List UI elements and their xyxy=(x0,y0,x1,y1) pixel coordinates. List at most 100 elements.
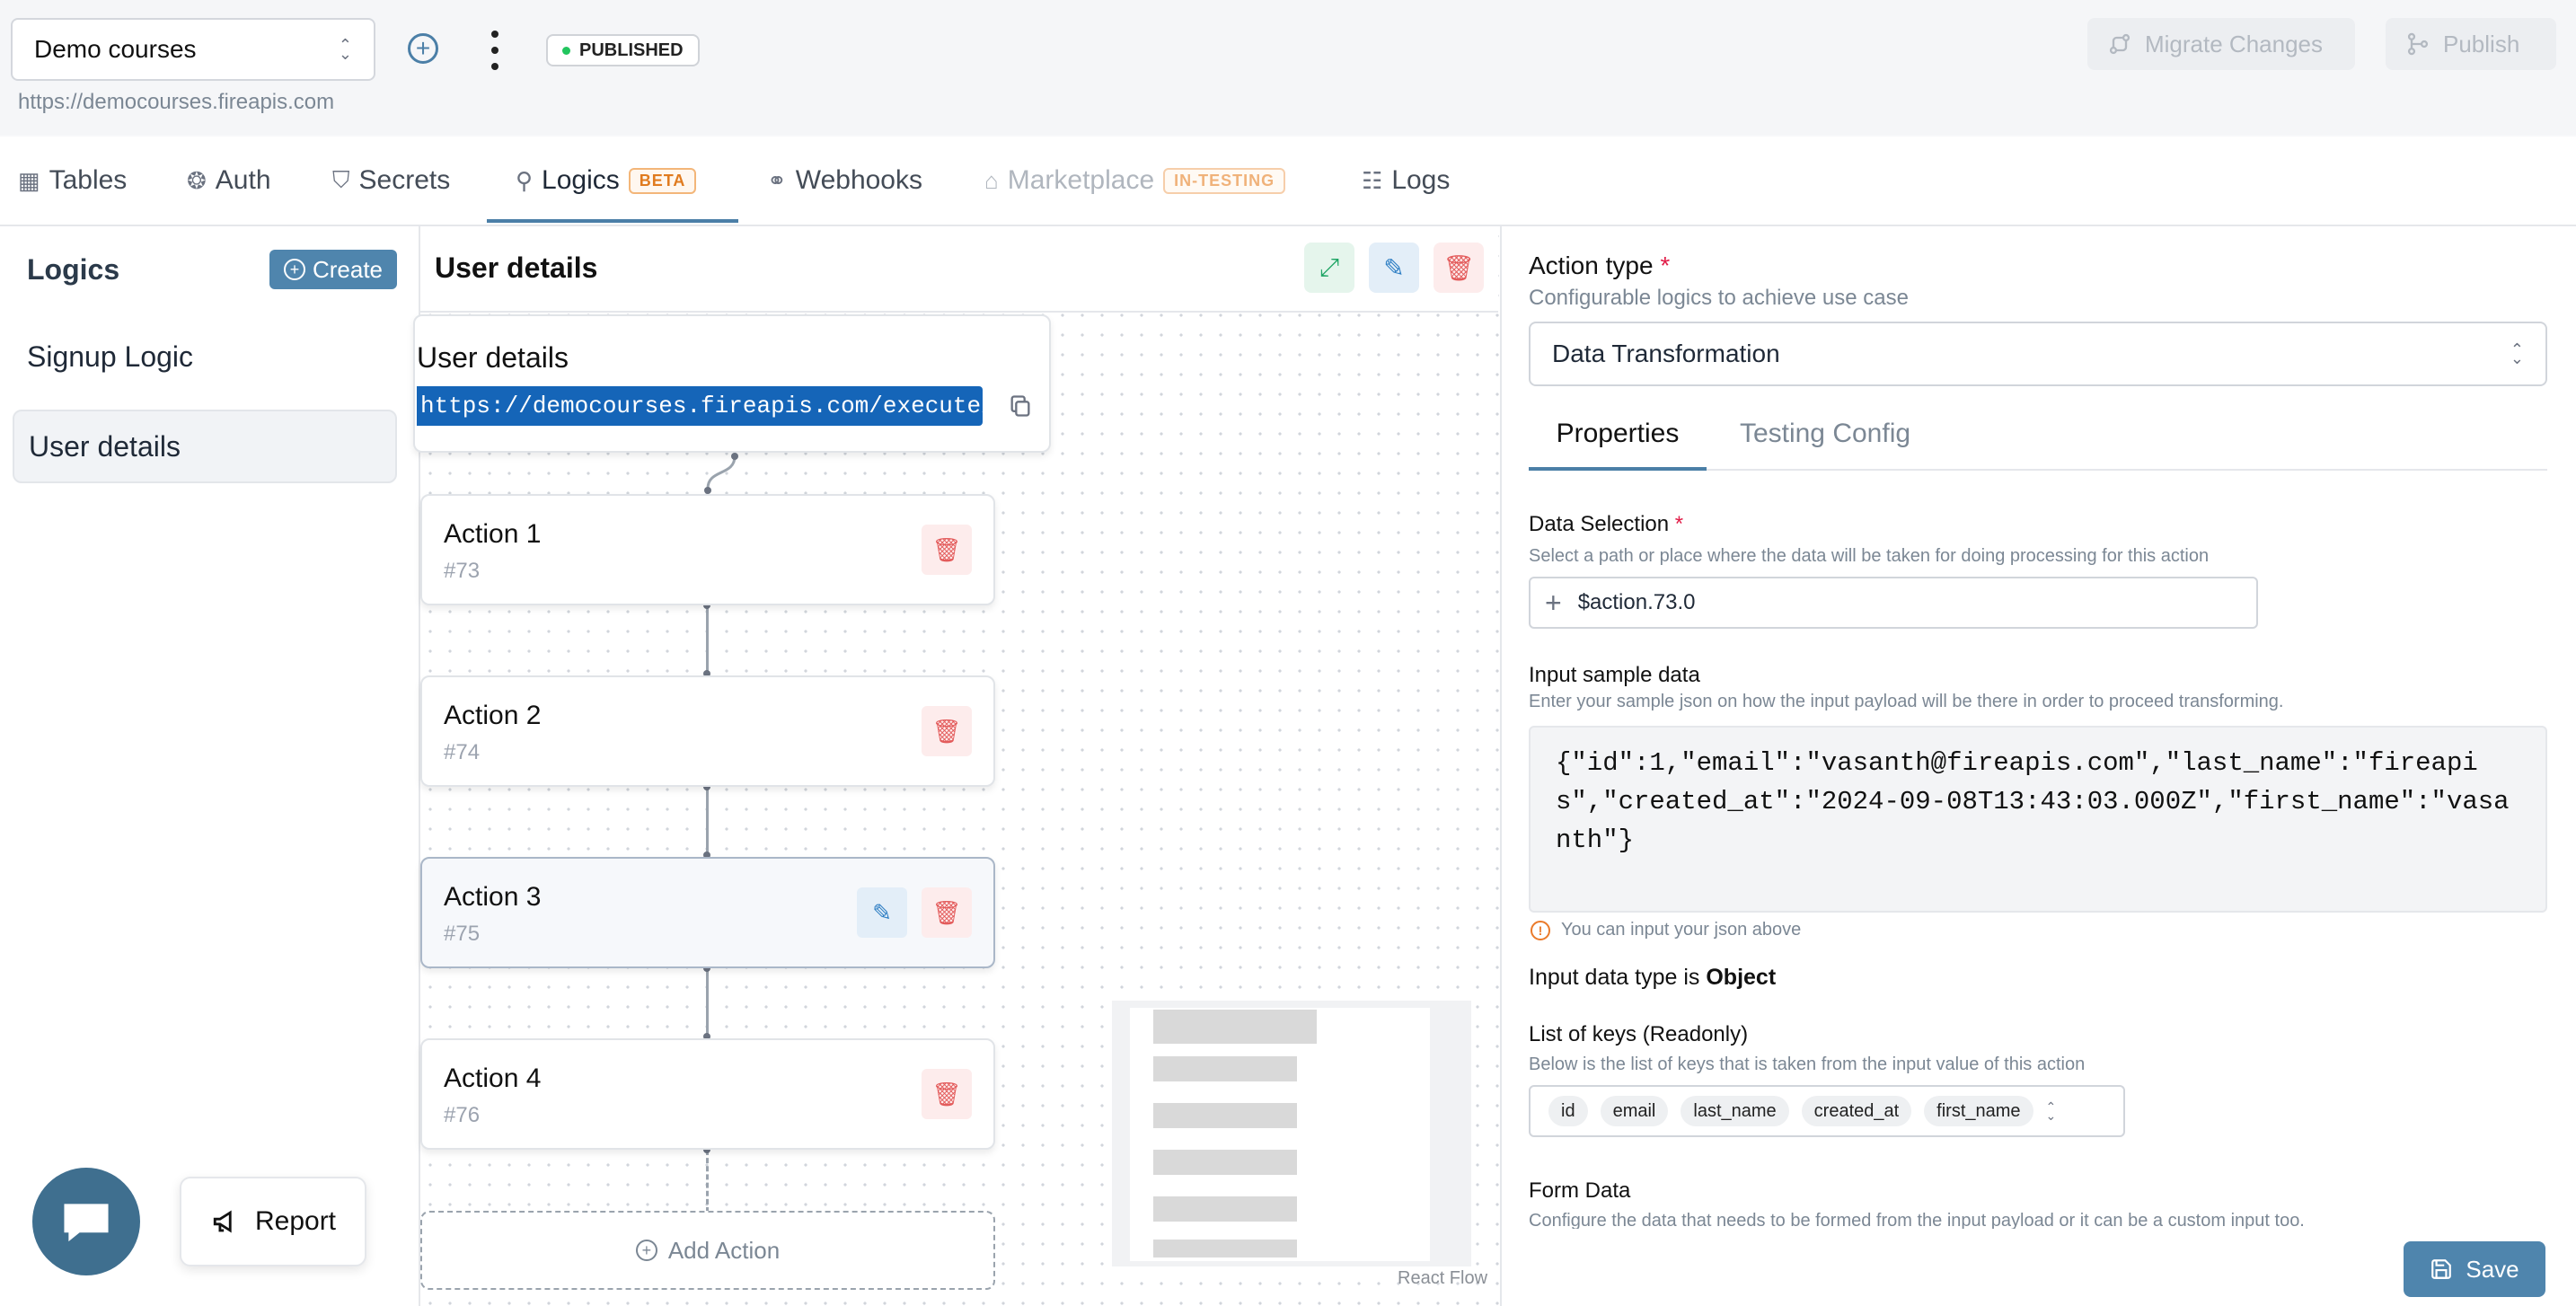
action-type-select[interactable]: Data Transformation ⌃ ⌄ xyxy=(1529,322,2547,386)
data-selection-value: $action.73.0 xyxy=(1577,590,1696,614)
input-sample-label: Input sample data xyxy=(1529,663,1700,687)
minimap-viewport xyxy=(1130,1008,1430,1261)
minimap-node xyxy=(1153,1103,1297,1128)
save-label: Save xyxy=(2466,1255,2519,1283)
tab-properties[interactable]: Properties xyxy=(1529,395,1707,472)
publish-label: Publish xyxy=(2443,30,2520,57)
action-title: Action 1 xyxy=(444,519,542,549)
publish-button[interactable]: Publish xyxy=(2386,18,2556,70)
tab-logs-label: Logs xyxy=(1391,165,1451,195)
edit-icon[interactable]: ✎ xyxy=(1369,243,1419,293)
report-button[interactable]: Report xyxy=(180,1177,366,1266)
add-action-button[interactable]: + Add Action xyxy=(420,1211,995,1290)
minimap-node xyxy=(1153,1056,1297,1081)
report-label: Report xyxy=(254,1206,337,1236)
key-chip: last_name xyxy=(1681,1096,1789,1126)
sidebar-item-label: Signup Logic xyxy=(27,340,194,373)
logic-icon: ⚲ xyxy=(516,166,534,194)
input-type-value: Object xyxy=(1706,965,1777,990)
branch-icon xyxy=(2407,32,2429,56)
action-title: Action 2 xyxy=(444,701,542,730)
tab-logs[interactable]: ☷ Logs xyxy=(1362,137,1450,225)
main-tabs: ▦ Tables ❂ Auth ⛉ Secrets ⚲ Logics BETA … xyxy=(0,137,2576,226)
active-tab-indicator xyxy=(1529,467,1707,471)
chevron-updown-icon: ⌃ ⌄ xyxy=(2045,1099,2057,1123)
more-options-icon[interactable] xyxy=(483,31,507,70)
input-sample-hint: Enter your sample json on how the input … xyxy=(1529,692,2284,711)
delete-icon[interactable]: 🗑 xyxy=(1434,243,1484,293)
tab-marketplace-label: Marketplace xyxy=(1007,165,1155,195)
endpoint-url[interactable]: https://democourses.fireapis.com/execute… xyxy=(417,386,983,426)
create-logic-button[interactable]: + Create xyxy=(269,250,397,289)
json-info-text: You can input your json above xyxy=(1561,920,1802,940)
project-url[interactable]: https://democourses.fireapis.com xyxy=(18,90,334,115)
edit-action-icon[interactable]: ✎ xyxy=(857,887,907,938)
chevron-updown-icon: ⌃ ⌄ xyxy=(338,36,352,63)
webhook-icon: ⚭ xyxy=(767,166,787,194)
delete-action-icon[interactable]: 🗑 xyxy=(922,887,972,938)
edge-connector xyxy=(704,453,738,494)
tab-tables-label: Tables xyxy=(49,165,128,195)
delete-action-icon[interactable]: 🗑 xyxy=(922,706,972,756)
copy-icon[interactable] xyxy=(1008,392,1033,420)
save-button[interactable]: Save xyxy=(2404,1241,2545,1297)
json-info: ! You can input your json above xyxy=(1531,920,1801,940)
status-dot-icon xyxy=(562,46,570,55)
edge-line xyxy=(706,968,709,1035)
action-title: Action 4 xyxy=(444,1063,542,1093)
key-chip: created_at xyxy=(1801,1096,1912,1126)
action-node[interactable]: Action 1 #73 🗑 xyxy=(420,494,995,605)
info-icon: ! xyxy=(1531,920,1550,940)
data-selection-label: Data Selection * xyxy=(1529,512,1684,536)
key-chip: email xyxy=(1600,1096,1669,1126)
minimap-node xyxy=(1153,1196,1297,1222)
tab-tables[interactable]: ▦ Tables xyxy=(18,137,127,225)
tab-auth[interactable]: ❂ Auth xyxy=(187,137,271,225)
tab-testing-config-label: Testing Config xyxy=(1739,419,1911,448)
chat-icon xyxy=(64,1204,109,1242)
in-testing-badge: IN-TESTING xyxy=(1163,167,1286,194)
tab-logics[interactable]: ⚲ Logics BETA xyxy=(516,137,697,225)
tab-properties-label: Properties xyxy=(1556,419,1680,448)
migrate-changes-label: Migrate Changes xyxy=(2145,30,2323,57)
chat-button[interactable] xyxy=(32,1168,140,1275)
action-type-hint: Configurable logics to achieve use case xyxy=(1529,286,1909,310)
input-sample-textarea[interactable]: {"id":1,"email":"vasanth@fireapis.com","… xyxy=(1529,726,2547,913)
minimap-node xyxy=(1153,1010,1317,1044)
table-icon: ▦ xyxy=(18,166,40,194)
action-node[interactable]: Action 4 #76 🗑 xyxy=(420,1038,995,1150)
shield-icon: ⛉ xyxy=(332,166,350,193)
project-select[interactable]: Demo courses ⌃ ⌄ xyxy=(11,18,375,81)
save-icon xyxy=(2431,1259,2452,1279)
tab-secrets[interactable]: ⛉ Secrets xyxy=(332,137,450,225)
plus-circle-icon: + xyxy=(635,1240,657,1261)
sidebar-title: Logics xyxy=(27,253,120,286)
tab-testing-config[interactable]: Testing Config xyxy=(1725,395,1926,472)
edge-line xyxy=(706,605,709,672)
migrate-changes-button[interactable]: Migrate Changes xyxy=(2087,18,2355,70)
migrate-icon xyxy=(2109,33,2130,55)
tab-marketplace[interactable]: ⌂ Marketplace IN-TESTING xyxy=(984,137,1286,225)
tab-webhooks[interactable]: ⚭ Webhooks xyxy=(767,137,922,225)
sidebar-item-label: User details xyxy=(29,429,181,463)
list-icon: ☷ xyxy=(1362,166,1383,194)
keys-readonly-select[interactable]: id email last_name created_at first_name… xyxy=(1529,1085,2125,1137)
beta-badge: BETA xyxy=(628,167,697,194)
action-node-selected[interactable]: Action 3 #75 ✎ 🗑 xyxy=(420,857,995,968)
input-type-info: Input data type is Object xyxy=(1529,965,1777,990)
delete-action-icon[interactable]: 🗑 xyxy=(922,525,972,575)
react-flow-attribution[interactable]: React Flow xyxy=(1398,1268,1487,1289)
sidebar-item-user-details[interactable]: User details xyxy=(13,410,397,483)
sidebar-item-signup-logic[interactable]: Signup Logic xyxy=(13,320,397,393)
delete-action-icon[interactable]: 🗑 xyxy=(922,1069,972,1119)
expand-icon[interactable]: ⤢ xyxy=(1304,243,1354,293)
action-type-label: Action type * xyxy=(1529,251,1671,279)
plus-icon[interactable]: + xyxy=(1545,587,1562,620)
trigger-node[interactable] xyxy=(413,314,1051,453)
canvas-title: User details xyxy=(435,251,598,284)
data-selection-input[interactable]: + $action.73.0 xyxy=(1529,577,2258,629)
tab-webhooks-label: Webhooks xyxy=(795,165,922,195)
keys-label: List of keys (Readonly) xyxy=(1529,1022,1749,1046)
add-project-icon[interactable]: + xyxy=(408,33,438,64)
action-node[interactable]: Action 2 #74 🗑 xyxy=(420,675,995,787)
